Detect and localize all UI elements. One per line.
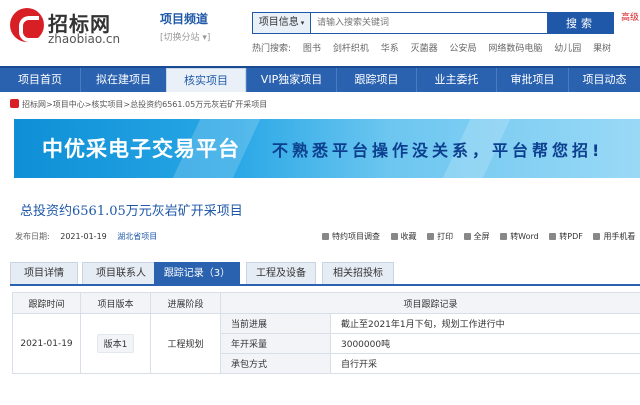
chevron-down-icon: ▾ <box>300 19 305 27</box>
column-header: 项目版本 <box>80 292 151 314</box>
word-icon <box>500 233 508 240</box>
hot-search-term[interactable]: 图书 <box>303 44 321 54</box>
tab-equipment[interactable]: 工程及设备 <box>246 262 316 284</box>
nav-item-planned[interactable]: 拟在建项目 <box>80 68 166 92</box>
search-button[interactable]: 搜索 <box>548 12 614 34</box>
nav-item-tracking[interactable]: 跟踪项目 <box>336 68 416 92</box>
logo-mark-icon <box>10 8 44 42</box>
tool-label: 打印 <box>437 232 454 241</box>
site-header: 招标网 zhaobiao.cn 项目频道 [切换分站 ▾] 项目信息▾ 搜索 高… <box>0 0 640 66</box>
channel-block: 项目频道 [切换分站 ▾] <box>160 10 240 43</box>
export-pdf-button[interactable]: 转PDF <box>549 232 583 241</box>
search-scope-select[interactable]: 项目信息 ▾ <box>252 12 310 34</box>
search-bar: 项目信息▾ 搜索 <box>252 12 614 34</box>
breadcrumb-item[interactable]: 核实项目 <box>91 100 123 109</box>
breadcrumb: 招标网>项目中心>核实项目>总投资约6561.05万元灰岩矿开采项目 <box>10 99 267 110</box>
detail-label: 年开采量 <box>220 333 331 354</box>
search-input[interactable] <box>310 12 548 34</box>
detail-value: 截止至2021年1月下旬，规划工作进行中 <box>329 313 640 334</box>
nav-item-approval[interactable]: 审批项目 <box>496 68 568 92</box>
detail-label: 当前进展 <box>220 313 331 334</box>
site-logo[interactable]: 招标网 zhaobiao.cn <box>10 8 140 46</box>
tool-label: 收藏 <box>400 232 417 241</box>
tool-label: 全屏 <box>473 232 490 241</box>
page-title: 总投资约6561.05万元灰岩矿开采项目 <box>20 204 243 219</box>
tab-tenders[interactable]: 相关招投标 <box>322 262 394 284</box>
tool-label: 转Word <box>510 232 539 241</box>
publish-meta: 发布日期: 2021-01-19 湖北省项目 <box>15 231 157 242</box>
hot-searches: 热门搜索: 图书 剑杆织机 华系 灭菌器 公安局 网络数码电脑 幼儿园 果树 <box>252 41 620 54</box>
breadcrumb-item[interactable]: 项目中心 <box>53 100 85 109</box>
print-button[interactable]: 打印 <box>427 232 453 241</box>
channel-title: 项目频道 <box>160 12 209 26</box>
tab-contacts[interactable]: 项目联系人 <box>82 262 160 284</box>
logo-domain: zhaobiao.cn <box>48 32 121 46</box>
hot-search-term[interactable]: 华系 <box>381 44 399 54</box>
promo-banner[interactable]: 中优采电子交易平台 不熟悉平台操作没关系，平台帮您招! <box>14 119 640 178</box>
banner-slogan: 不熟悉平台操作没关系，平台帮您招! <box>272 141 604 160</box>
table-row: 2021-01-19 版本1 工程规划 当前进展 截止至2021年1月下旬，规划… <box>12 313 640 374</box>
fullscreen-icon <box>463 233 471 240</box>
hot-search-term[interactable]: 公安局 <box>449 44 476 54</box>
phone-icon <box>593 233 601 240</box>
nav-item-news[interactable]: 项目动态 <box>568 68 640 92</box>
home-icon <box>10 99 19 108</box>
hot-search-term[interactable]: 剑杆织机 <box>333 44 369 54</box>
main-nav: 项目首页 拟在建项目 核实项目 VIP独家项目 跟踪项目 业主委托 审批项目 项… <box>0 66 640 92</box>
tracking-date: 2021-01-19 <box>12 313 81 374</box>
search-scope-label: 项目信息 <box>258 17 299 28</box>
hot-search-term[interactable]: 网络数码电脑 <box>488 44 542 54</box>
column-header: 项目跟踪记录 <box>219 292 640 314</box>
column-header: 跟踪时间 <box>12 292 81 314</box>
tool-label: 转PDF <box>559 232 583 241</box>
printer-icon <box>427 233 435 240</box>
hot-search-label: 热门搜索: <box>252 44 292 54</box>
detail-tabs: 项目详情 项目联系人 跟踪记录（3） 工程及设备 相关招投标 <box>10 262 640 286</box>
tool-label: 用手机看 <box>603 232 636 241</box>
version-badge: 版本1 <box>96 334 135 353</box>
nav-item-owner[interactable]: 业主委托 <box>416 68 496 92</box>
favorite-button[interactable]: 收藏 <box>390 232 417 241</box>
tab-details[interactable]: 项目详情 <box>10 262 78 284</box>
bookmark-icon <box>390 233 398 240</box>
breadcrumb-item[interactable]: 招标网 <box>22 100 46 109</box>
publish-date: 2021-01-19 <box>60 232 107 241</box>
table-header-row: 跟踪时间 项目版本 进展阶段 项目跟踪记录 <box>12 292 640 314</box>
fullscreen-button[interactable]: 全屏 <box>463 232 490 241</box>
pdf-icon <box>549 233 557 240</box>
nav-item-home[interactable]: 项目首页 <box>0 68 80 92</box>
stage-cell: 工程规划 <box>150 313 221 374</box>
breadcrumb-separator: > <box>46 100 53 109</box>
column-header: 进展阶段 <box>150 292 221 314</box>
survey-button[interactable]: 特约项目调查 <box>322 232 380 241</box>
mobile-view-button[interactable]: 用手机看 <box>593 232 635 241</box>
switch-branch-link[interactable]: [切换分站 ▾] <box>160 30 240 43</box>
advanced-search-link[interactable]: 高级 <box>621 10 639 23</box>
export-word-button[interactable]: 转Word <box>500 232 539 241</box>
detail-label: 承包方式 <box>220 353 331 374</box>
detail-value: 3000000吨 <box>329 333 640 354</box>
tracking-table: 跟踪时间 项目版本 进展阶段 项目跟踪记录 2021-01-19 版本1 工程规… <box>12 292 640 374</box>
version-cell: 版本1 <box>80 313 151 374</box>
hot-search-term[interactable]: 灭菌器 <box>411 44 438 54</box>
hot-search-term[interactable]: 果树 <box>593 44 611 54</box>
publish-label: 发布日期: <box>15 232 50 241</box>
tool-label: 特约项目调查 <box>332 232 380 241</box>
star-icon <box>322 233 329 240</box>
nav-item-vip[interactable]: VIP独家项目 <box>246 68 336 92</box>
detail-value: 自行开采 <box>329 353 640 374</box>
region-link[interactable]: 湖北省项目 <box>117 232 157 241</box>
nav-item-verified[interactable]: 核实项目 <box>166 68 246 92</box>
breadcrumb-current: 总投资约6561.05万元灰岩矿开采项目 <box>130 100 268 109</box>
tab-tracking[interactable]: 跟踪记录（3） <box>154 262 240 284</box>
banner-headline: 中优采电子交易平台 <box>42 137 240 161</box>
hot-search-term[interactable]: 幼儿园 <box>554 44 581 54</box>
toolbar: 特约项目调查 收藏 打印 全屏 转Word 转PDF 用手机看 <box>322 231 640 242</box>
